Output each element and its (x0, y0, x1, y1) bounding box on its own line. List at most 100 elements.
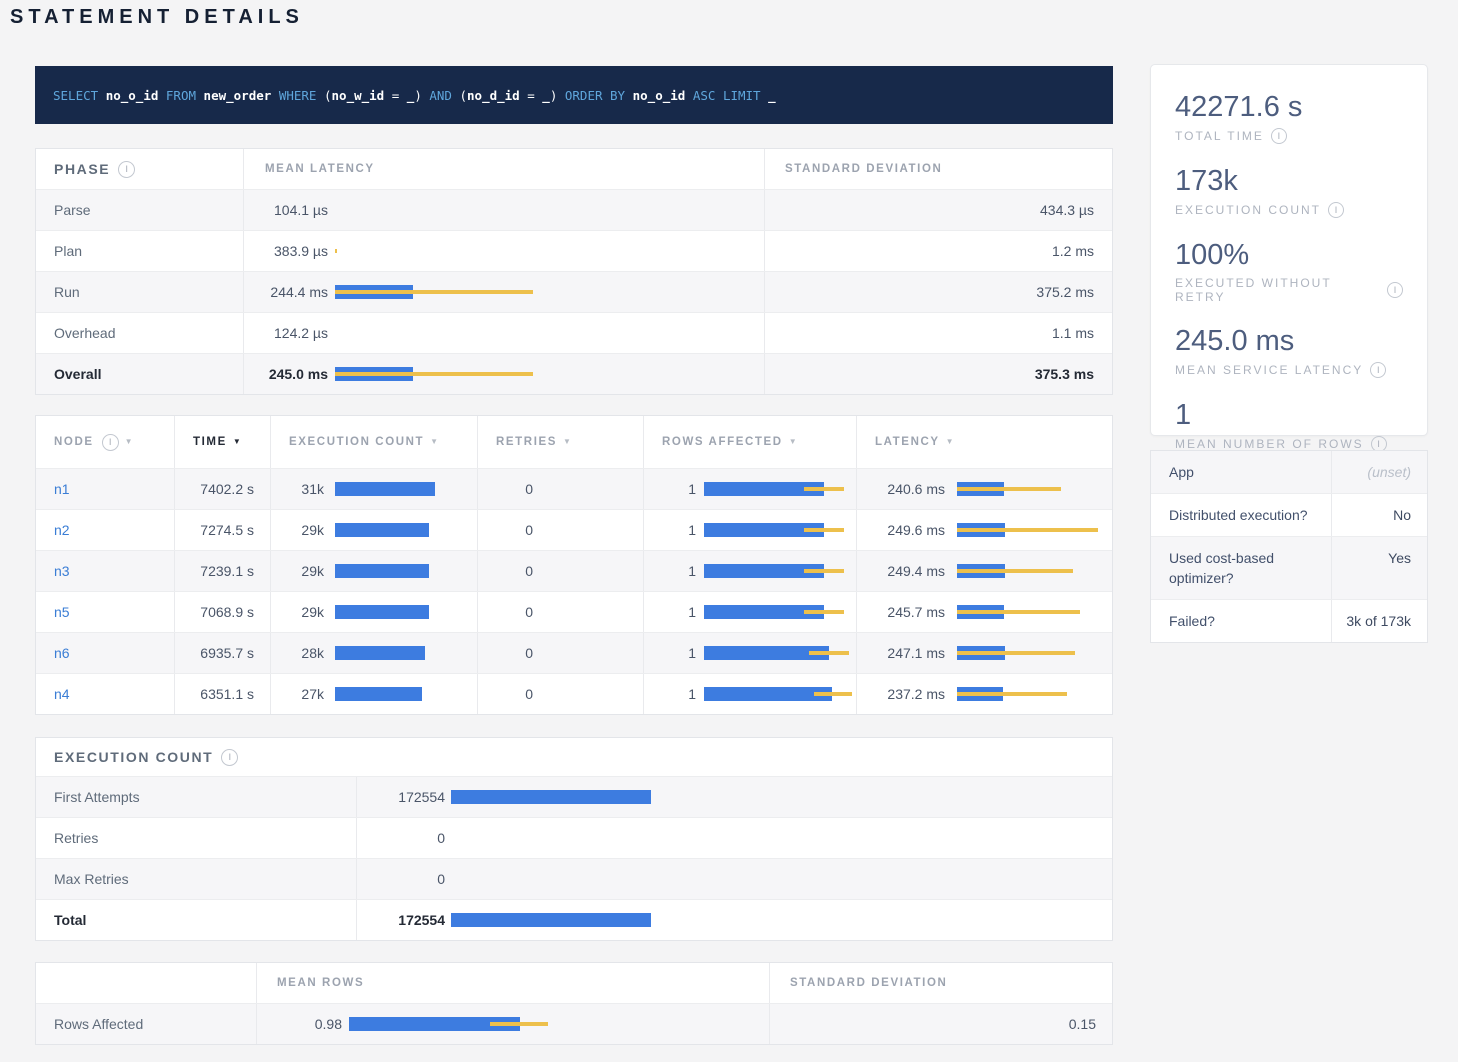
info-icon[interactable]: i (1328, 202, 1344, 218)
sql-token: no_d_id (467, 88, 520, 103)
bar-stddev (957, 487, 1061, 491)
attribute-row: Distributed execution?No (1151, 493, 1427, 536)
sort-descending-icon[interactable]: ▼ (789, 437, 799, 446)
latency-bar (957, 604, 1114, 620)
sql-token: ( (324, 88, 332, 103)
sql-token (761, 88, 769, 103)
latency-bar (704, 686, 856, 702)
phase-stddev-value: 375.3 ms (1035, 366, 1094, 382)
column-header-latency[interactable]: LATENCY▼ (856, 416, 1114, 468)
node-exec-count-value: 28k (271, 645, 324, 661)
info-icon[interactable]: i (102, 434, 119, 451)
node-rows-affected-cell: 1 (643, 510, 856, 550)
node-rows-affected-value: 1 (644, 686, 696, 702)
bar-stddev (957, 692, 1067, 696)
node-retries-cell: 0 (477, 674, 643, 714)
sort-descending-icon[interactable]: ▼ (233, 437, 243, 446)
sql-keyword: AND (429, 88, 452, 103)
info-icon[interactable]: i (1387, 282, 1403, 298)
bar-mean (451, 790, 651, 804)
latency-bar (335, 604, 477, 620)
rows-table-header: MEAN ROWSSTANDARD DEVIATION (36, 963, 1112, 1003)
sql-statement-box: SELECT no_o_id FROM new_order WHERE (no_… (35, 66, 1113, 124)
column-header-node[interactable]: NODEi▼ (36, 416, 174, 468)
attribute-value: Yes (1331, 537, 1427, 599)
column-header-retries[interactable]: RETRIES▼ (477, 416, 643, 468)
standard-deviation-column-header[interactable]: STANDARD DEVIATION (764, 149, 1114, 189)
sql-token (271, 88, 279, 103)
column-header-rows-affected[interactable]: ROWS AFFECTED▼ (643, 416, 856, 468)
attribute-label: App (1151, 451, 1331, 493)
node-latency-cell: 249.6 ms (856, 510, 1114, 550)
phase-table-row: Parse104.1 µs434.3 µs (36, 189, 1112, 230)
latency-bar (335, 325, 764, 341)
summary-stat-label: EXECUTION COUNTi (1175, 202, 1403, 218)
latency-bar (335, 686, 477, 702)
sql-token: = (520, 88, 543, 103)
phase-table-header: PHASEiMEAN LATENCYSTANDARD DEVIATION (36, 149, 1112, 189)
node-link[interactable]: n5 (54, 604, 70, 620)
bar-stddev (957, 610, 1080, 614)
bar-stddev (335, 372, 533, 376)
summary-stat-value: 1 (1175, 399, 1403, 431)
node-link[interactable]: n6 (54, 645, 70, 661)
node-time-value: 6351.1 s (200, 686, 254, 702)
rows-stddev-cell: 0.15 (769, 1004, 1114, 1044)
rows-table-row: Rows Affected0.980.15 (36, 1003, 1112, 1044)
sort-descending-icon[interactable]: ▼ (430, 437, 440, 446)
sql-token (98, 88, 106, 103)
rows-affected-table: MEAN ROWSSTANDARD DEVIATIONRows Affected… (35, 962, 1113, 1045)
exec-row-value-cell: 0 (356, 818, 1114, 858)
exec-row-label: Max Retries (36, 859, 356, 899)
phase-table-row: Run244.4 ms375.2 ms (36, 271, 1112, 312)
bar-mean (335, 564, 429, 578)
node-link[interactable]: n3 (54, 563, 70, 579)
phase-stddev-cell: 1.1 ms (764, 313, 1114, 353)
sql-token (316, 88, 324, 103)
node-rows-affected-value: 1 (644, 645, 696, 661)
info-icon[interactable]: i (1271, 128, 1287, 144)
node-stats-table: NODEi▼TIME▼EXECUTION COUNT▼RETRIES▼ROWS … (35, 415, 1113, 715)
exec-table-row: First Attempts172554 (36, 776, 1112, 817)
summary-stat: 245.0 msMEAN SERVICE LATENCYi (1175, 325, 1403, 378)
node-time-cell: 6935.7 s (174, 633, 270, 673)
sql-token: _ (768, 88, 776, 103)
node-link[interactable]: n2 (54, 522, 70, 538)
attribute-value: No (1331, 494, 1427, 536)
node-link[interactable]: n4 (54, 686, 70, 702)
sort-descending-icon[interactable]: ▼ (946, 437, 956, 446)
phase-stddev-value: 1.1 ms (1052, 325, 1094, 341)
sort-descending-icon[interactable]: ▼ (563, 437, 573, 446)
latency-bar (704, 604, 856, 620)
node-retries-value: 0 (478, 604, 533, 620)
node-retries-cell: 0 (477, 469, 643, 509)
bar-mean (335, 482, 435, 496)
mean-latency-column-header[interactable]: MEAN LATENCY (243, 149, 764, 189)
exec-row-value: 0 (357, 830, 445, 846)
node-time-value: 7274.5 s (200, 522, 254, 538)
sql-token: new_order (204, 88, 272, 103)
exec-row-label: Retries (36, 818, 356, 858)
phase-column-header[interactable]: PHASEi (36, 149, 243, 189)
latency-bar (957, 645, 1114, 661)
sql-token (158, 88, 166, 103)
exec-row-value: 172554 (357, 912, 445, 928)
info-icon[interactable]: i (221, 749, 238, 766)
column-header-execution-count[interactable]: EXECUTION COUNT▼ (270, 416, 477, 468)
sql-keyword: FROM (166, 88, 196, 103)
node-link[interactable]: n1 (54, 481, 70, 497)
sort-descending-icon[interactable]: ▼ (125, 437, 135, 446)
summary-stat-value: 100% (1175, 239, 1403, 271)
node-time-cell: 7402.2 s (174, 469, 270, 509)
node-exec-count-value: 29k (271, 563, 324, 579)
latency-bar (957, 563, 1114, 579)
info-icon[interactable]: i (1370, 362, 1386, 378)
phase-mean-latency-cell: 245.0 ms (243, 354, 764, 394)
node-exec-count-value: 31k (271, 481, 324, 497)
column-header-time[interactable]: TIME▼ (174, 416, 270, 468)
summary-stat-value: 245.0 ms (1175, 325, 1403, 357)
node-cell: n4 (36, 674, 174, 714)
info-icon[interactable]: i (118, 161, 135, 178)
node-time-cell: 7274.5 s (174, 510, 270, 550)
exec-table-row: Max Retries0 (36, 858, 1112, 899)
